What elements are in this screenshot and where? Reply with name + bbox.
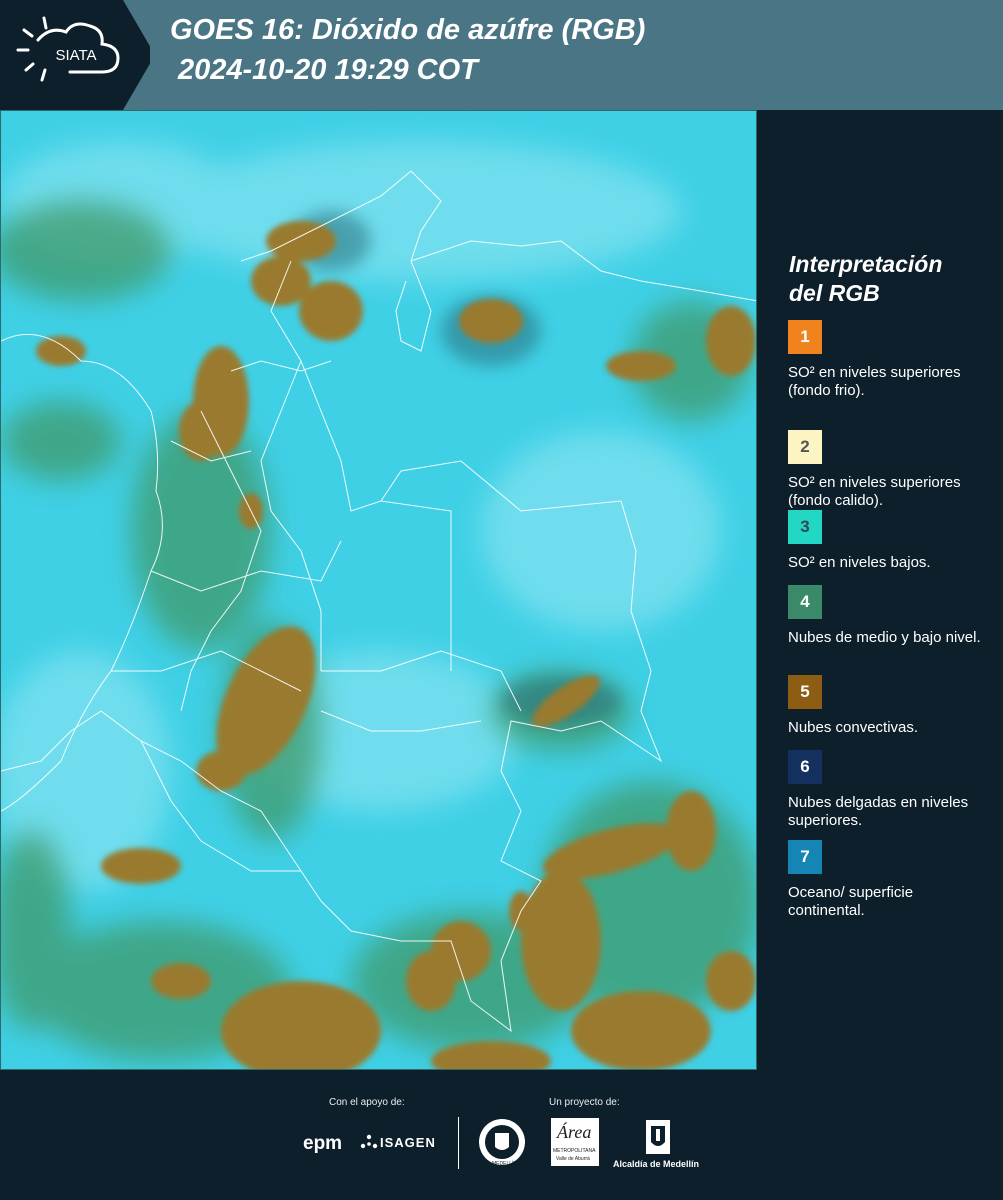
footer-divider [458,1117,459,1169]
legend-label: Nubes delgadas en niveles superiores. [788,794,969,829]
legend-label: Oceano/ superficie continental. [788,884,914,919]
legend-title-line2: del RGB [789,280,880,306]
legend-item: 4 Nubes de medio y bajo nivel. [788,585,993,647]
isagen-icon [360,1134,378,1149]
isagen-logo: ISAGEN [380,1135,436,1150]
alcaldia-shield-icon [646,1120,670,1154]
legend-label: Nubes de medio y bajo nivel. [788,629,981,646]
legend-swatch: 4 [788,585,822,619]
area-metropolitana-logo: Área METROPOLITANA Valle de Aburrá [551,1118,599,1166]
legend-swatch: 6 [788,750,822,784]
area-logo-sub1: METROPOLITANA [553,1148,596,1154]
legend-panel: Interpretación del RGB 1 SO² en niveles s… [757,110,1003,1070]
legend-label: Nubes convectivas. [788,719,919,736]
brand-text: SIATA [55,47,96,64]
legend-item: 6 Nubes delgadas en niveles superiores. [788,750,993,830]
legend-item: 7 Oceano/ superficie continental. [788,840,993,920]
alcaldia-logo-text: Alcaldía de Medellín [613,1159,700,1169]
project-label: Un proyecto de: [549,1097,620,1108]
legend-title-line1: Interpretación [789,251,943,277]
area-logo-sub2: Valle de Aburrá [556,1156,590,1162]
support-label: Con el apoyo de: [329,1097,405,1108]
legend-item: 5 Nubes convectivas. [788,675,993,737]
legend-swatch: 5 [788,675,822,709]
legend-swatch: 1 [788,320,822,354]
legend-item: 2 SO² en niveles superiores (fondo calido… [788,430,993,510]
legend-label: SO² en niveles superiores (fondo calido)… [788,474,961,509]
satellite-image [1,111,756,1069]
medellin-seal-text: MEDELLÍN [492,1161,518,1167]
legend-item: 3 SO² en niveles bajos. [788,510,993,572]
legend-label: SO² en niveles superiores (fondo frio). [788,364,961,399]
medellin-seal-icon [479,1119,525,1165]
legend-swatch: 2 [788,430,822,464]
page-timestamp: 2024-10-20 19:29 COT [178,54,478,86]
legend-item: 1 SO² en niveles superiores (fondo frio). [788,320,993,400]
siata-logo: SIATA [0,0,150,110]
legend-swatch: 7 [788,840,822,874]
epm-logo: epm [303,1133,343,1154]
footer: Con el apoyo de: Un proyecto de: epm ISA… [0,1070,1003,1200]
header-bar: SIATA GOES 16: Dióxido de azúfre (RGB) 2… [0,0,1003,110]
page-title: GOES 16: Dióxido de azúfre (RGB) [170,14,646,46]
area-logo-text: Área [557,1122,592,1142]
legend-swatch: 3 [788,510,822,544]
satellite-map[interactable] [0,110,757,1070]
legend-label: SO² en niveles bajos. [788,554,931,571]
legend-title: Interpretación del RGB [789,250,989,308]
